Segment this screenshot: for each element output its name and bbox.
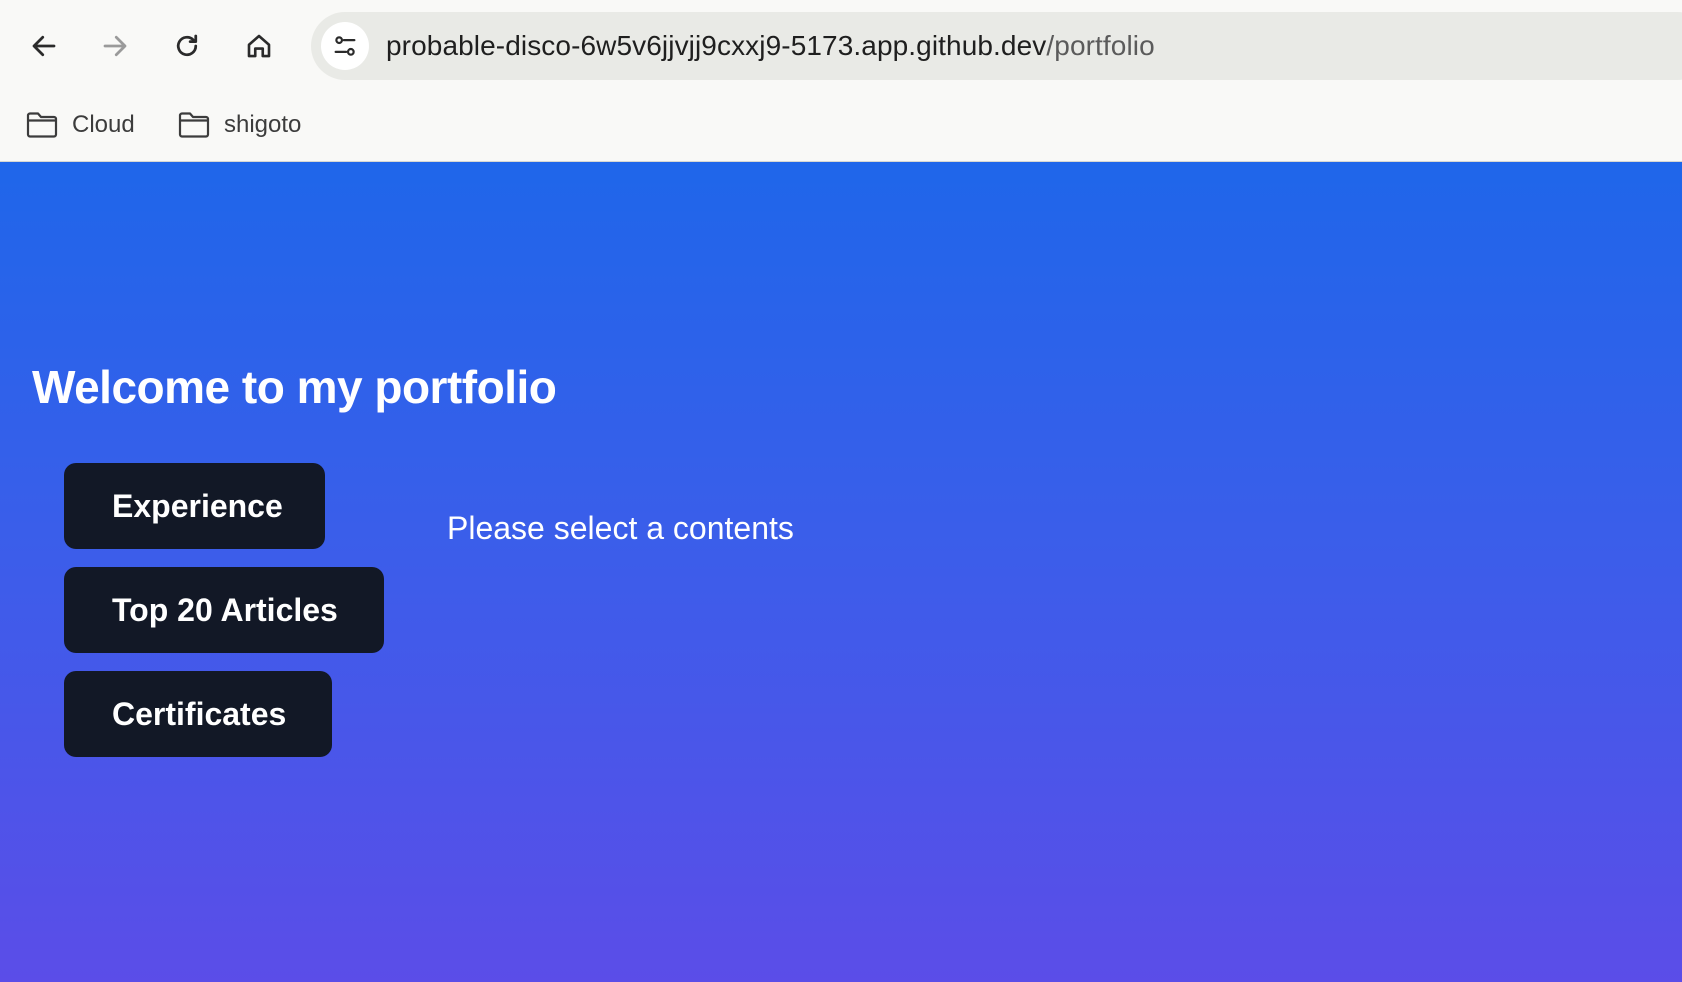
page-title: Welcome to my portfolio	[32, 361, 557, 413]
browser-chrome: probable-disco-6w5v6jjvjj9cxxj9-5173.app…	[0, 0, 1682, 162]
back-button[interactable]	[20, 22, 68, 70]
home-button[interactable]	[235, 22, 283, 70]
tune-icon	[334, 36, 356, 56]
bookmark-label: Cloud	[72, 111, 135, 138]
bookmark-label: shigoto	[224, 111, 302, 138]
arrow-right-icon	[103, 35, 127, 57]
folder-icon	[178, 112, 210, 138]
site-info-button[interactable]	[321, 22, 369, 70]
reload-button[interactable]	[163, 22, 211, 70]
arrow-left-icon	[32, 35, 56, 57]
home-icon	[247, 34, 271, 58]
portfolio-page: Welcome to my portfolio Experience Top 2…	[0, 162, 1682, 982]
top-articles-button[interactable]: Top 20 Articles	[64, 567, 384, 653]
address-bar[interactable]: probable-disco-6w5v6jjvjj9cxxj9-5173.app…	[311, 12, 1682, 80]
browser-toolbar: probable-disco-6w5v6jjvjj9cxxj9-5173.app…	[0, 0, 1682, 92]
url-path: /portfolio	[1046, 30, 1155, 61]
bookmarks-bar: Cloud shigoto	[0, 96, 1682, 154]
forward-button[interactable]	[91, 22, 139, 70]
experience-button[interactable]: Experience	[64, 463, 325, 549]
certificates-button[interactable]: Certificates	[64, 671, 332, 757]
reload-icon	[176, 34, 198, 57]
content-placeholder: Please select a contents	[447, 510, 794, 546]
url-text[interactable]: probable-disco-6w5v6jjvjj9cxxj9-5173.app…	[386, 12, 1155, 80]
bookmark-shigoto[interactable]: shigoto	[178, 102, 301, 148]
folder-icon	[26, 112, 58, 138]
bookmark-cloud[interactable]: Cloud	[26, 102, 135, 148]
url-host: probable-disco-6w5v6jjvjj9cxxj9-5173.app…	[386, 30, 1047, 61]
